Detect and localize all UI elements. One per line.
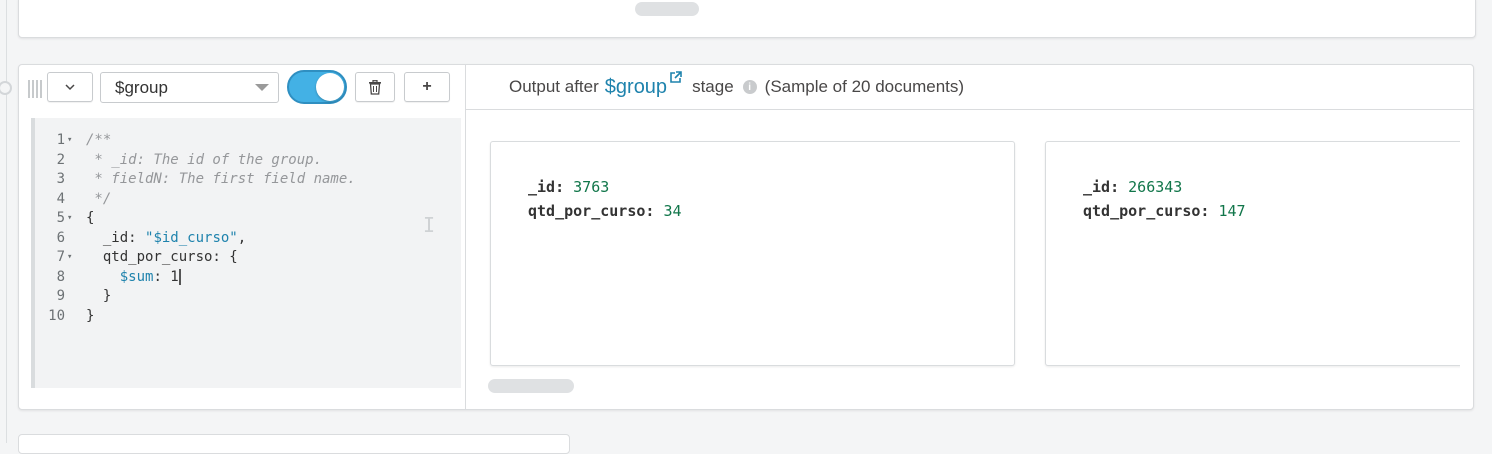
code-text: qtd_por_curso: {: [86, 249, 238, 265]
delete-stage-button[interactable]: [355, 72, 395, 102]
code-text: /**: [86, 132, 112, 148]
stage-enabled-toggle[interactable]: [287, 70, 347, 104]
document-field: qtd_por_curso: 34: [528, 202, 682, 220]
line-number: 7: [56, 249, 65, 265]
output-prefix: Output after: [509, 77, 599, 96]
stage-toolbar: $group +: [19, 65, 465, 110]
output-header: Output after $group stage i (Sample of 2…: [466, 65, 1473, 110]
code-text: }: [86, 288, 112, 304]
documents-preview: _id: 3763 qtd_por_curso: 34 _id: 266343 …: [466, 111, 1460, 409]
line-number: 8: [56, 268, 65, 285]
stage-docs-link[interactable]: $group: [605, 76, 667, 99]
code-text: */: [86, 190, 112, 207]
document-field: _id: 266343: [1083, 178, 1183, 196]
caret: [178, 268, 181, 285]
horizontal-scrollbar[interactable]: [488, 379, 574, 393]
code-text: * fieldN: The first field name.: [86, 171, 356, 187]
chevron-down-icon: [65, 84, 75, 91]
add-stage-button[interactable]: +: [404, 72, 450, 102]
horizontal-scrollbar[interactable]: [635, 2, 699, 16]
line-number: 3: [56, 171, 65, 187]
document-card: _id: 266343 qtd_por_curso: 147: [1045, 141, 1460, 366]
code-text: {: [86, 210, 95, 226]
info-icon[interactable]: i: [742, 80, 757, 94]
caret-down-icon: [255, 84, 269, 91]
stage-editor-pane: $group + I 1 ▾/** 2 * _id: The id of the g…: [19, 65, 466, 409]
code-text: _id: "$id_curso",: [86, 229, 247, 246]
fold-toggle-icon[interactable]: ▾: [67, 131, 72, 151]
line-number: 4: [56, 190, 65, 207]
collapse-button[interactable]: [47, 72, 93, 102]
line-number: 5: [56, 210, 65, 226]
code-editor[interactable]: I 1 ▾/** 2 * _id: The id of the group. 3 * …: [31, 118, 461, 388]
line-number: 9: [56, 288, 65, 304]
document-field: _id: 3763: [528, 178, 610, 196]
code-text: * _id: The id of the group.: [86, 151, 323, 168]
line-number: 10: [48, 307, 65, 324]
code-text: }: [86, 307, 95, 324]
fold-toggle-icon[interactable]: ▾: [67, 209, 72, 229]
text-cursor-icon: I: [423, 213, 436, 237]
line-number: 6: [56, 229, 65, 246]
line-number: 1: [56, 132, 65, 148]
stage-connector-dot: [0, 81, 12, 95]
stage-operator-select[interactable]: $group: [100, 72, 279, 103]
stage-card: $group + I 1 ▾/** 2 * _id: The id of the g…: [18, 64, 1474, 410]
stage-output-pane: Output after $group stage i (Sample of 2…: [466, 65, 1473, 409]
code-text: $sum: 1: [119, 268, 181, 285]
document-card: _id: 3763 qtd_por_curso: 34: [490, 141, 1015, 366]
fold-toggle-icon[interactable]: ▾: [67, 248, 72, 268]
toggle-knob: [316, 73, 344, 101]
next-stage-card: [18, 434, 570, 454]
document-field: qtd_por_curso: 147: [1083, 202, 1246, 220]
trash-icon: [369, 79, 381, 95]
stage-operator-value: $group: [115, 77, 168, 97]
previous-stage-card: [18, 0, 1476, 38]
drag-handle-icon[interactable]: [28, 80, 42, 98]
sample-count-text: (Sample of 20 documents): [764, 77, 965, 96]
pipeline-timeline: [6, 0, 7, 443]
line-number: 2: [56, 151, 65, 168]
stage-word: stage: [692, 77, 734, 96]
external-link-icon[interactable]: [669, 71, 682, 87]
